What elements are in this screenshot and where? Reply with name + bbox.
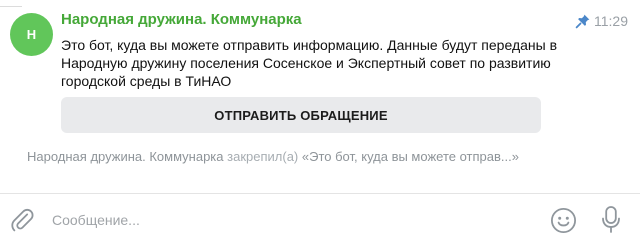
- sender-name[interactable]: Народная дружина. Коммунарка: [61, 11, 302, 28]
- pin-notification[interactable]: Народная дружина. Коммунарка закрепил(а)…: [27, 149, 627, 164]
- pin-notification-action: закрепил(а): [227, 149, 299, 164]
- microphone-icon[interactable]: [599, 205, 623, 235]
- pin-notification-excerpt: «Это бот, куда вы можете отправ...»: [301, 149, 519, 164]
- message-composer: [0, 194, 640, 247]
- send-appeal-button[interactable]: ОТПРАВИТЬ ОБРАЩЕНИЕ: [61, 97, 541, 133]
- message-input[interactable]: [52, 208, 512, 232]
- pin-notification-actor: Народная дружина. Коммунарка: [27, 149, 224, 164]
- paperclip-icon[interactable]: [8, 206, 36, 234]
- message-time: 11:29: [594, 13, 628, 29]
- avatar-letter: Н: [26, 27, 37, 42]
- pin-icon: [575, 14, 590, 29]
- message-bubble: Н Народная дружина. Коммунарка 11:29 Это…: [0, 0, 640, 140]
- message-text: Это бот, куда вы можете отправить информ…: [61, 37, 558, 89]
- emoji-icon[interactable]: [550, 207, 577, 234]
- avatar[interactable]: Н: [10, 13, 53, 56]
- message-meta: 11:29: [575, 13, 628, 29]
